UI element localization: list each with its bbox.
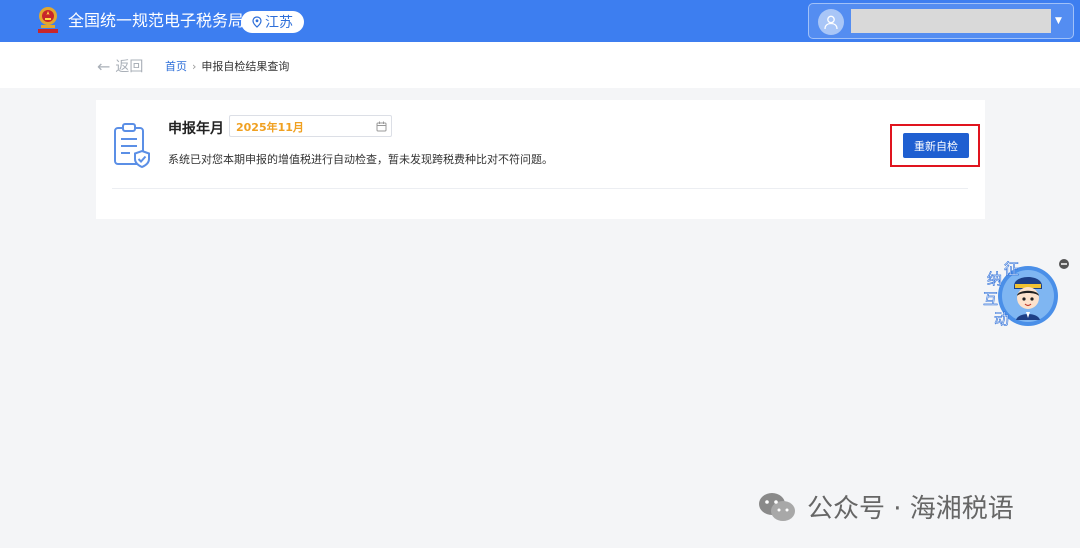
calendar-icon	[376, 121, 387, 132]
user-menu[interactable]: ▼	[808, 3, 1074, 39]
nav-bar	[0, 42, 1080, 88]
back-link[interactable]: ← 返回	[97, 56, 143, 76]
clipboard-shield-icon	[114, 123, 150, 169]
caret-down-icon[interactable]: ▼	[1055, 16, 1062, 26]
self-check-message: 系统已对您本期申报的增值税进行自动检查，暂未发现跨税费种比对不符问题。	[168, 153, 553, 166]
assistant-char-4: 动	[994, 310, 1009, 328]
assistant-char-1: 征	[1004, 260, 1019, 278]
period-date-picker[interactable]: 2025年11月	[229, 115, 392, 137]
breadcrumb-current: 申报自检结果查询	[201, 60, 290, 73]
assistant-char-2: 纳	[987, 270, 1002, 288]
period-value: 2025年11月	[236, 121, 304, 134]
user-name	[851, 9, 1051, 33]
breadcrumb-separator: ›	[192, 59, 197, 73]
breadcrumb-home[interactable]: 首页	[165, 58, 187, 74]
watermark: 公众号 · 海湘税语	[757, 488, 1014, 525]
recheck-button[interactable]: 重新自检	[903, 133, 969, 158]
period-label: 申报年月	[168, 121, 224, 137]
assistant-char-3: 互	[983, 290, 998, 308]
tax-assistant-widget[interactable]: 征 纳 互 动	[978, 256, 1070, 332]
location-pin-icon	[252, 16, 262, 28]
card-divider	[112, 188, 968, 189]
user-avatar-icon	[818, 9, 844, 35]
region-label: 江苏	[265, 15, 293, 31]
tax-emblem-icon	[38, 7, 58, 33]
arrow-left-icon: ←	[97, 56, 111, 76]
watermark-text: 公众号 · 海湘税语	[807, 494, 1014, 524]
breadcrumb: 首页 › 申报自检结果查询	[165, 58, 289, 74]
region-selector[interactable]: 江苏	[241, 11, 304, 33]
wechat-icon	[759, 492, 795, 521]
top-header: 全国统一规范电子税务局 江苏 ▼	[0, 0, 1080, 42]
site-title: 全国统一规范电子税务局	[68, 11, 245, 30]
back-label: 返回	[115, 59, 144, 75]
